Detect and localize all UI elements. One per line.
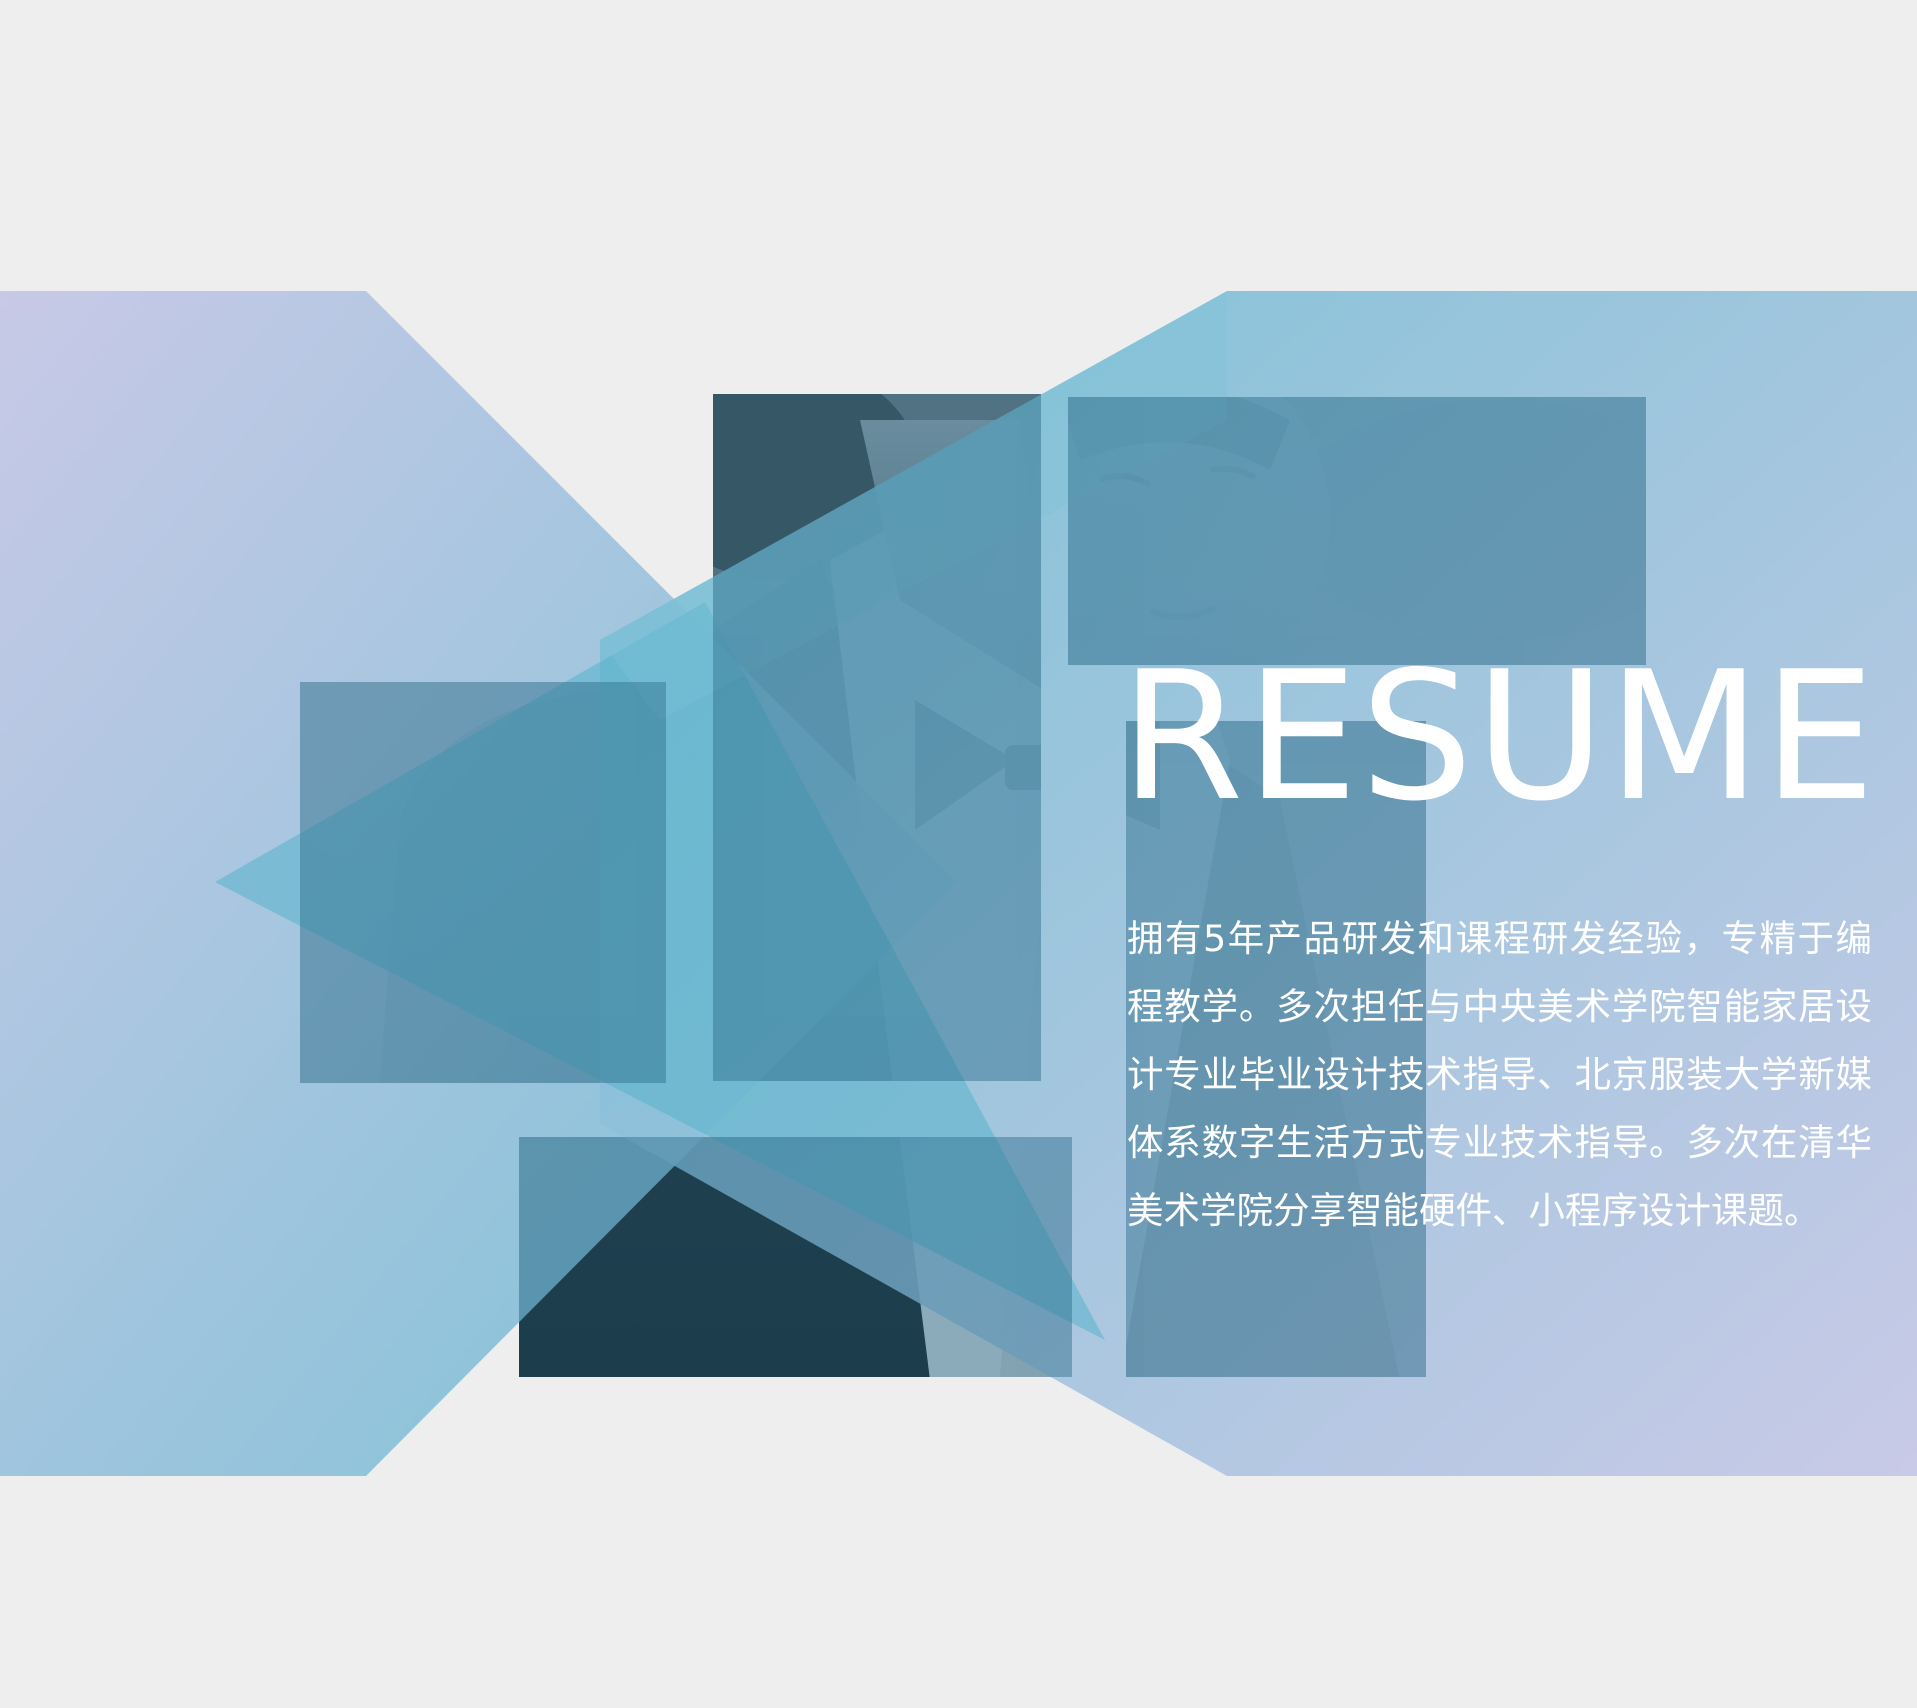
resume-description: 拥有5年产品研发和课程研发经验，专精于编程教学。多次担任与中央美术学院智能家居设…: [1127, 917, 1872, 1232]
background-art: [0, 291, 1917, 1476]
resume-slide: RESUME 拥有5年产品研发和课程研发经验，专精于编程教学。多次担任与中央美术…: [0, 0, 1917, 1708]
resume-title: RESUME: [1120, 633, 1878, 840]
